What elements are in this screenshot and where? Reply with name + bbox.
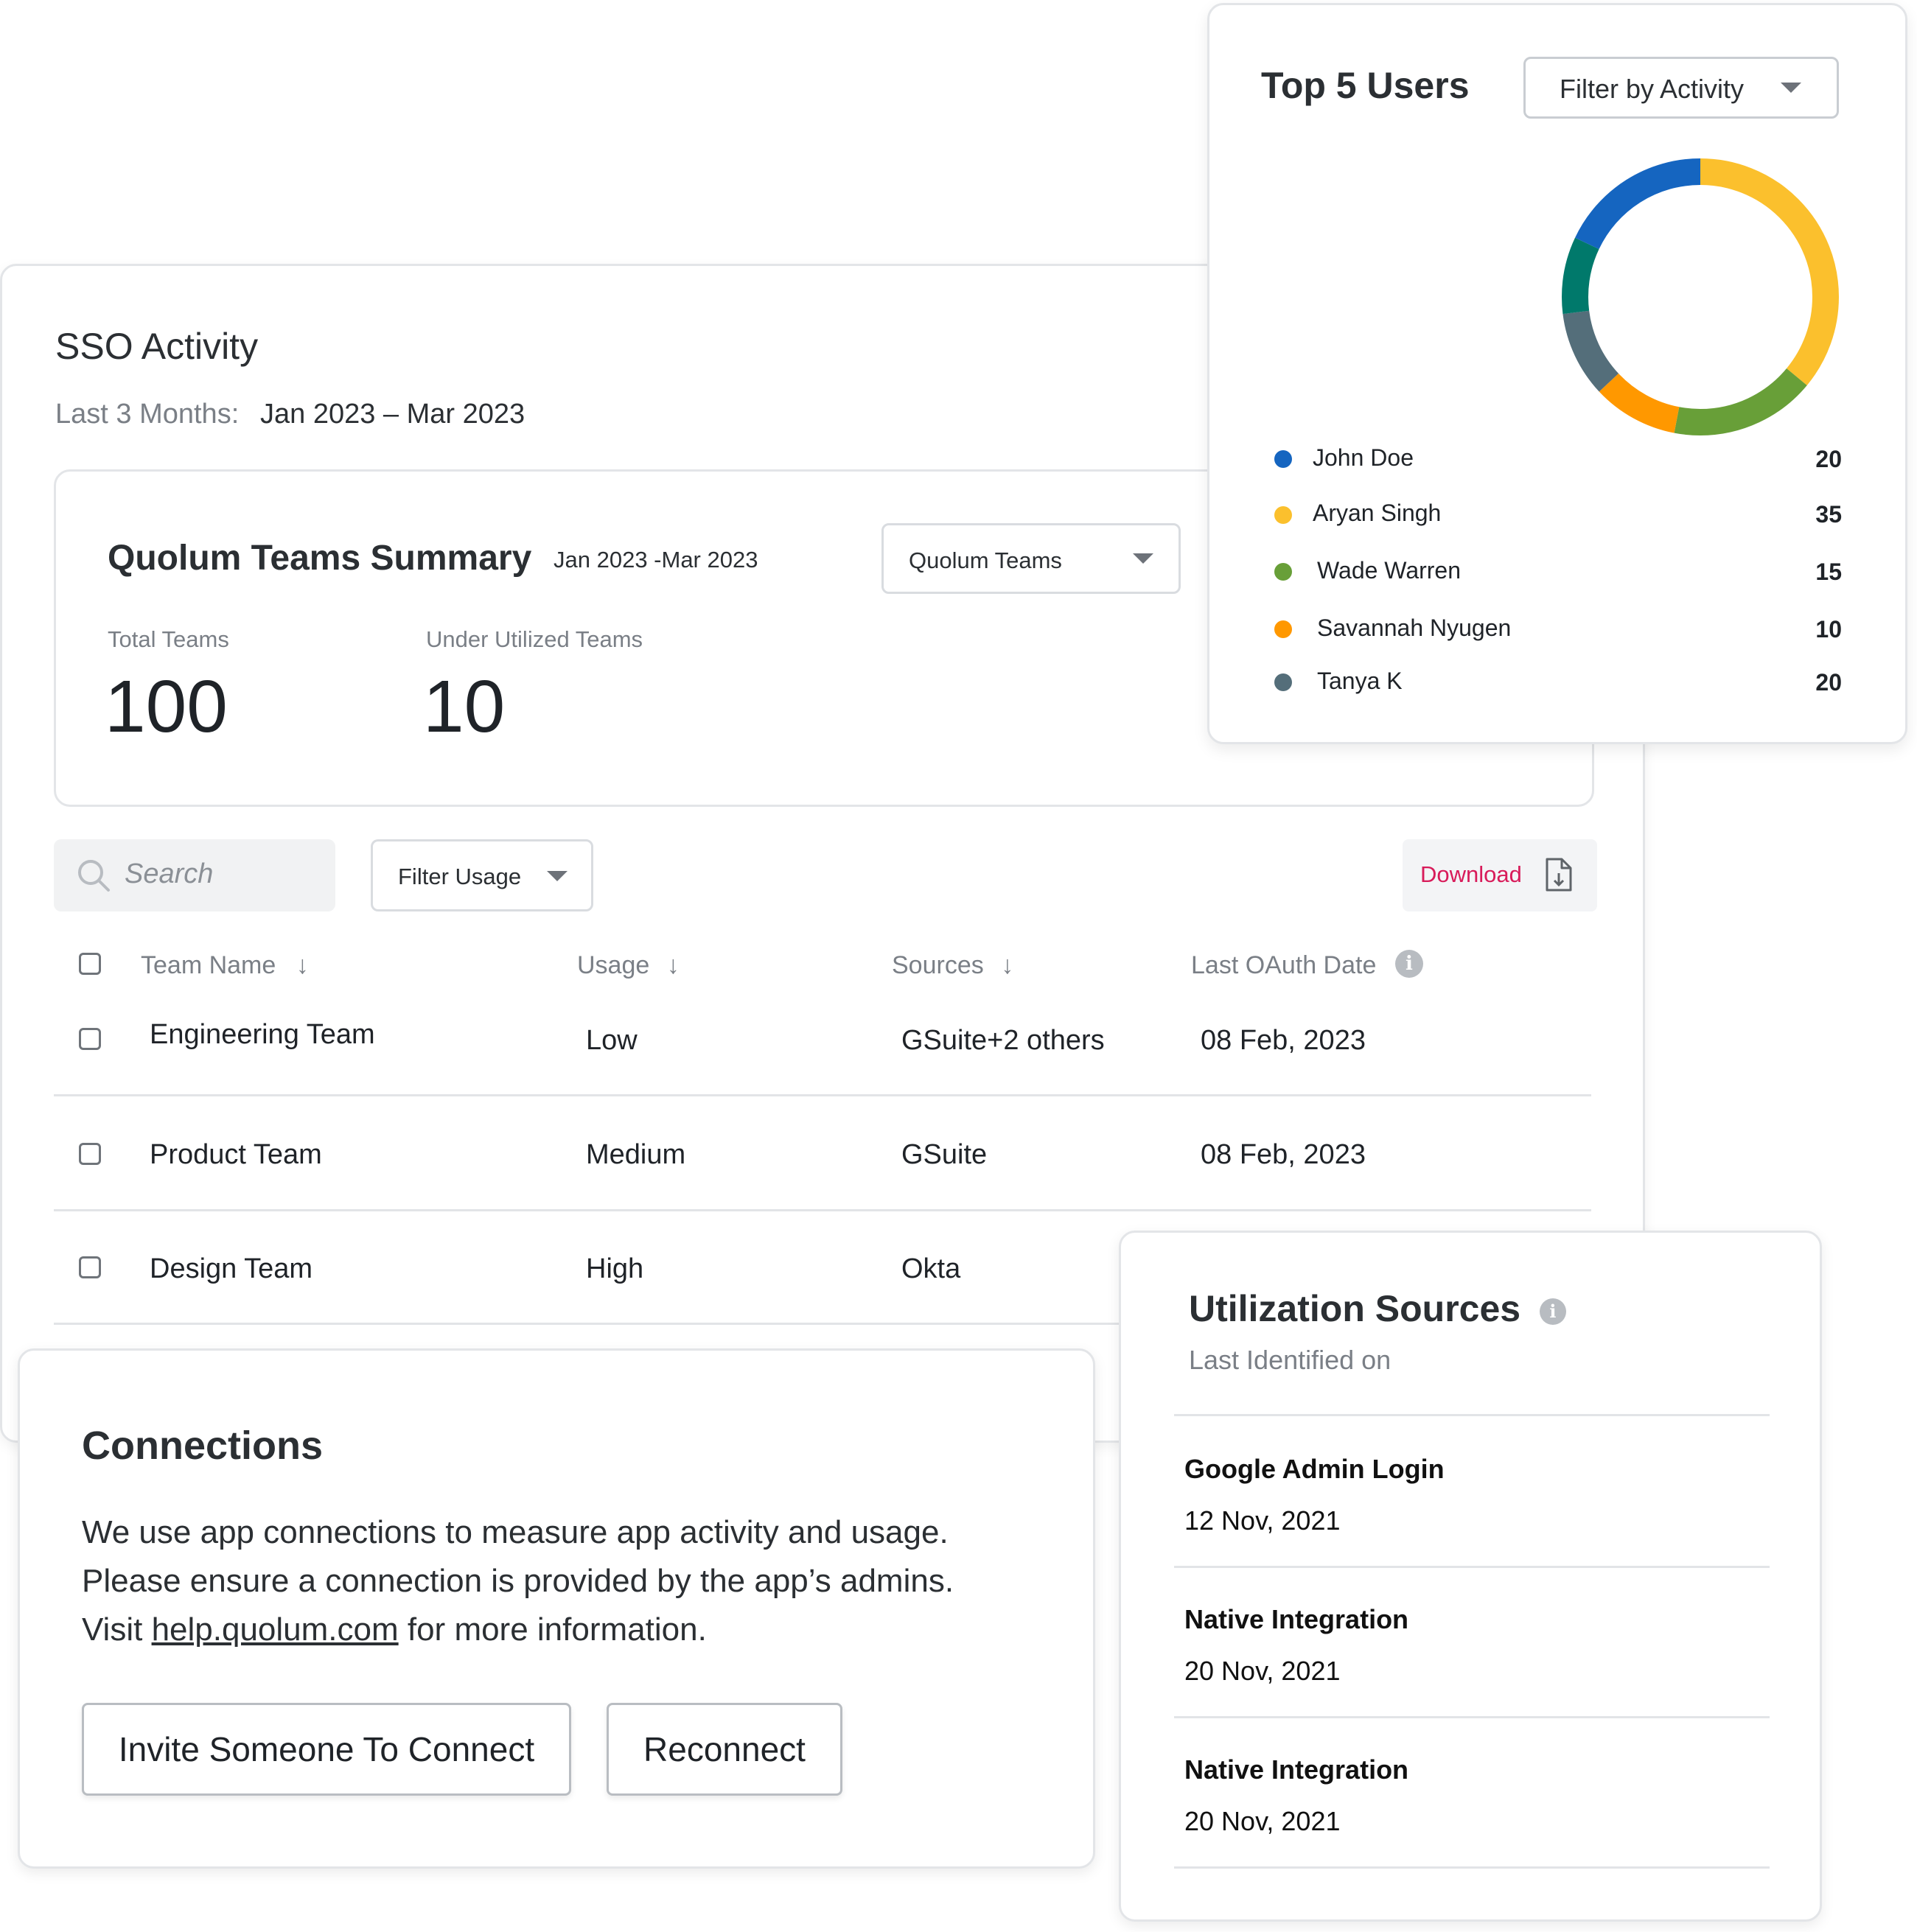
utilization-title-text: Utilization Sources [1189, 1288, 1521, 1329]
header-usage-label: Usage [577, 951, 650, 979]
legend-color-dot [1274, 450, 1292, 468]
usage-cell: Medium [586, 1139, 686, 1170]
search-icon [78, 860, 110, 892]
source-date: 20 Nov, 2021 [1184, 1656, 1341, 1686]
legend-name: Savannah Nyugen [1317, 615, 1512, 641]
search-placeholder: Search [125, 858, 214, 889]
sort-arrow-icon: ↓ [1001, 951, 1014, 979]
legend-value: 20 [1815, 446, 1842, 472]
info-icon[interactable]: i [1395, 950, 1423, 978]
connections-line-2: Please ensure a connection is provided b… [82, 1563, 954, 1599]
source-name: Google Admin Login [1184, 1454, 1445, 1484]
chevron-down-icon [1781, 83, 1801, 93]
chevron-down-icon [1133, 553, 1153, 564]
legend-name: Wade Warren [1317, 557, 1462, 584]
connections-line-3: Visit help.quolum.com for more informati… [82, 1611, 707, 1648]
summary-title: Quolum Teams Summary [108, 539, 532, 578]
team-name-cell: Engineering Team [150, 1019, 375, 1050]
legend-name: John Doe [1313, 444, 1414, 471]
help-link[interactable]: help.quolum.com [152, 1611, 399, 1648]
activity-filter-dropdown[interactable]: Filter by Activity [1523, 57, 1839, 119]
connections-title: Connections [82, 1424, 324, 1468]
divider [1174, 1414, 1770, 1416]
connections-card: Connections We use app connections to me… [18, 1348, 1095, 1869]
filter-usage-label: Filter Usage [398, 864, 522, 889]
legend-color-dot [1274, 673, 1292, 691]
summary-date-range: Jan 2023 -Mar 2023 [554, 547, 758, 573]
file-download-icon [1546, 858, 1572, 892]
search-input[interactable]: Search [54, 839, 335, 911]
under-utilized-label: Under Utilized Teams [426, 626, 643, 652]
row-checkbox[interactable] [79, 1028, 101, 1050]
row-divider [54, 1209, 1591, 1211]
row-checkbox[interactable] [79, 1143, 101, 1165]
oauth-date-cell: 08 Feb, 2023 [1201, 1025, 1366, 1056]
legend-value: 15 [1815, 559, 1842, 585]
chevron-down-icon [547, 871, 568, 881]
legend-name: Tanya K [1317, 668, 1403, 694]
connections-line-1: We use app connections to measure app ac… [82, 1514, 949, 1550]
page-title: SSO Activity [55, 326, 259, 367]
utilization-subtitle: Last Identified on [1189, 1345, 1392, 1375]
users-donut-chart [1562, 158, 1839, 435]
teams-dropdown-value: Quolum Teams [909, 547, 1062, 573]
divider [1174, 1566, 1770, 1568]
top-users-card: Top 5 Users Filter by Activity John Doe … [1207, 3, 1907, 744]
divider [1174, 1716, 1770, 1718]
legend-value: 10 [1815, 616, 1842, 643]
source-date: 12 Nov, 2021 [1184, 1505, 1341, 1536]
period-label: Last 3 Months: [55, 399, 240, 430]
legend-name: Aryan Singh [1313, 500, 1442, 526]
sort-arrow-icon: ↓ [296, 951, 309, 979]
activity-filter-label: Filter by Activity [1560, 74, 1745, 104]
usage-cell: High [586, 1253, 644, 1284]
select-all-checkbox[interactable] [79, 953, 101, 975]
period-value: Jan 2023 – Mar 2023 [260, 399, 525, 430]
utilization-title: Utilization Sources i [1189, 1287, 1566, 1330]
total-teams-label: Total Teams [108, 626, 229, 652]
invite-button[interactable]: Invite Someone To Connect [82, 1703, 571, 1796]
download-button[interactable]: Download [1403, 839, 1597, 911]
sources-cell: Okta [901, 1253, 961, 1284]
header-sources[interactable]: Sources ↓ [892, 951, 1013, 980]
header-last-oauth-label: Last OAuth Date [1191, 951, 1377, 979]
utilization-sources-card: Utilization Sources i Last Identified on… [1119, 1231, 1822, 1922]
legend-color-dot [1274, 563, 1292, 581]
team-name-cell: Product Team [150, 1139, 322, 1170]
header-sources-label: Sources [892, 951, 984, 979]
header-last-oauth-date: Last OAuth Date [1191, 951, 1376, 980]
header-team-name[interactable]: Team Name ↓ [141, 951, 309, 980]
download-label: Download [1420, 861, 1522, 887]
info-icon[interactable]: i [1539, 1298, 1566, 1325]
legend-value: 35 [1815, 501, 1842, 528]
usage-cell: Low [586, 1025, 638, 1056]
header-team-name-label: Team Name [141, 951, 276, 979]
source-name: Native Integration [1184, 1604, 1409, 1634]
legend-color-dot [1274, 620, 1292, 638]
under-utilized-value: 10 [423, 665, 506, 748]
total-teams-value: 100 [105, 665, 228, 748]
filter-usage-dropdown[interactable]: Filter Usage [371, 839, 593, 911]
legend-value: 20 [1815, 669, 1842, 696]
reconnect-button[interactable]: Reconnect [607, 1703, 842, 1796]
legend-color-dot [1274, 506, 1292, 524]
sources-cell: GSuite [901, 1139, 988, 1170]
visit-text: Visit [82, 1611, 152, 1648]
team-name-cell: Design Team [150, 1253, 313, 1284]
sort-arrow-icon: ↓ [666, 951, 680, 979]
divider [1174, 1866, 1770, 1869]
header-usage[interactable]: Usage ↓ [577, 951, 680, 980]
teams-dropdown[interactable]: Quolum Teams [881, 523, 1181, 594]
top-users-title: Top 5 Users [1261, 65, 1470, 106]
source-date: 20 Nov, 2021 [1184, 1806, 1341, 1836]
oauth-date-cell: 08 Feb, 2023 [1201, 1139, 1366, 1170]
source-name: Native Integration [1184, 1754, 1409, 1785]
sources-cell: GSuite+2 others [901, 1025, 1105, 1056]
row-checkbox[interactable] [79, 1256, 101, 1278]
row-divider [54, 1094, 1591, 1096]
info-text: for more information. [398, 1611, 707, 1648]
